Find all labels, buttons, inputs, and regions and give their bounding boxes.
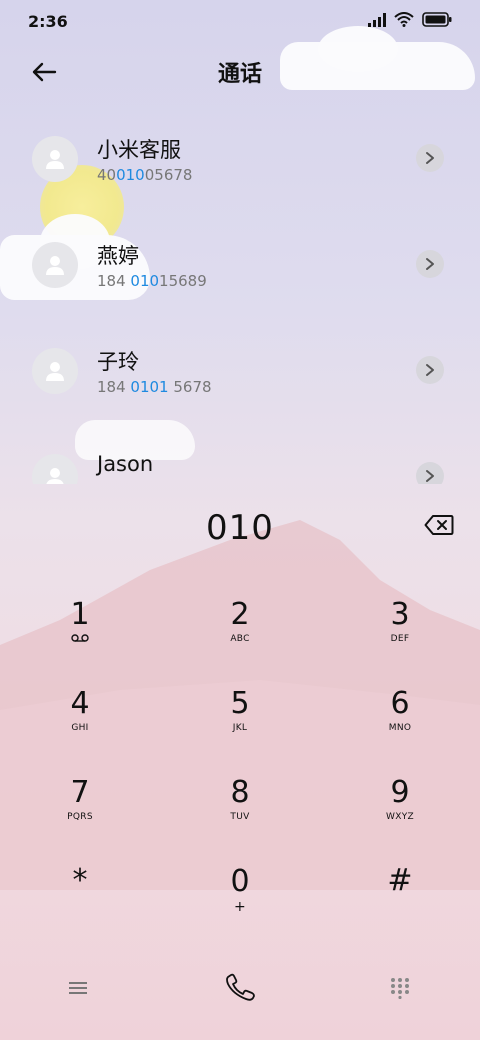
chevron-right-icon [426, 364, 434, 376]
contact-name: 小米客服 [97, 138, 181, 162]
key-digit: 3 [390, 597, 410, 632]
header: 通话 [0, 48, 480, 94]
key-digit: 5 [230, 686, 250, 721]
contact-number: 4001005678 [97, 166, 193, 184]
key-digit: 7 [70, 775, 90, 810]
key-0[interactable]: 0 + [180, 865, 300, 945]
chevron-right-icon [426, 152, 434, 164]
bottom-action-bar [0, 960, 480, 1016]
key-5[interactable]: 5 JKL [180, 687, 300, 767]
backspace-icon[interactable] [424, 514, 454, 536]
key-digit: 9 [390, 775, 410, 810]
chevron-right-icon [426, 258, 434, 270]
contact-name: Jason [97, 452, 154, 476]
phone-icon [226, 973, 255, 1001]
key-6[interactable]: 6 MNO [340, 687, 460, 767]
dial-display: 010 [0, 504, 480, 554]
chevron-right-icon [426, 470, 434, 482]
key-letters: + [233, 899, 247, 915]
signal-icon [368, 12, 386, 27]
status-time: 2:36 [28, 12, 68, 31]
key-7[interactable]: 7 PQRS [20, 776, 140, 856]
dialpad-icon [391, 978, 409, 999]
key-letters: TUV [230, 812, 250, 822]
key-digit: 1 [70, 597, 90, 632]
person-icon [46, 362, 64, 381]
avatar [32, 136, 78, 182]
key-8[interactable]: 8 TUV [180, 776, 300, 856]
contact-item[interactable]: 小米客服 4001005678 [0, 120, 480, 226]
key-4[interactable]: 4 GHI [20, 687, 140, 767]
key-3[interactable]: 3 DEF [340, 598, 460, 678]
person-icon [46, 256, 64, 275]
contact-name: 燕婷 [97, 244, 139, 268]
contact-number: 184 01015689 [97, 272, 207, 290]
contact-detail-button[interactable] [416, 144, 444, 172]
dialed-number: 010 [206, 508, 274, 548]
menu-button[interactable] [56, 968, 100, 1008]
key-9[interactable]: 9 WXYZ [340, 776, 460, 856]
key-digit: 2 [230, 597, 250, 632]
wifi-icon [394, 12, 414, 27]
key-digit: # [387, 863, 413, 898]
key-star[interactable]: * [20, 854, 140, 934]
contact-suggestions-list: 小米客服 4001005678 燕婷 184 01015689 子玲 184 0… [0, 120, 480, 484]
contact-number: 184 0101 5678 [97, 378, 212, 396]
key-hash[interactable]: # [340, 854, 460, 934]
contact-detail-button[interactable] [416, 462, 444, 484]
contact-item[interactable]: 燕婷 184 01015689 [0, 226, 480, 332]
call-button[interactable] [218, 968, 262, 1008]
key-letters: JKL [232, 723, 248, 733]
contact-item[interactable]: 子玲 184 0101 5678 [0, 332, 480, 438]
contact-detail-button[interactable] [416, 250, 444, 278]
contact-detail-button[interactable] [416, 356, 444, 384]
page-title: 通话 [217, 62, 262, 87]
avatar [32, 348, 78, 394]
avatar [32, 242, 78, 288]
avatar [32, 454, 78, 484]
key-digit: 6 [390, 686, 410, 721]
contact-item[interactable]: Jason [0, 438, 480, 484]
status-bar: 2:36 [0, 0, 480, 40]
person-icon [46, 150, 64, 169]
battery-icon [422, 12, 452, 27]
key-digit: 4 [70, 686, 90, 721]
key-1[interactable]: 1 [20, 598, 140, 678]
key-digit: 8 [230, 775, 250, 810]
key-letters: GHI [71, 723, 89, 733]
dialpad-toggle-button[interactable] [378, 968, 422, 1008]
status-icons [368, 12, 452, 27]
person-icon [46, 468, 64, 484]
key-digit: * [72, 863, 88, 898]
key-letters: PQRS [67, 812, 93, 822]
key-2[interactable]: 2 ABC [180, 598, 300, 678]
key-letters: MNO [388, 723, 412, 733]
menu-icon [69, 982, 87, 994]
key-letters: DEF [390, 634, 410, 644]
key-digit: 0 [230, 864, 250, 899]
voicemail-icon [71, 634, 89, 642]
key-letters: ABC [230, 634, 250, 644]
contact-name: 子玲 [97, 350, 139, 374]
key-letters: WXYZ [386, 812, 414, 822]
